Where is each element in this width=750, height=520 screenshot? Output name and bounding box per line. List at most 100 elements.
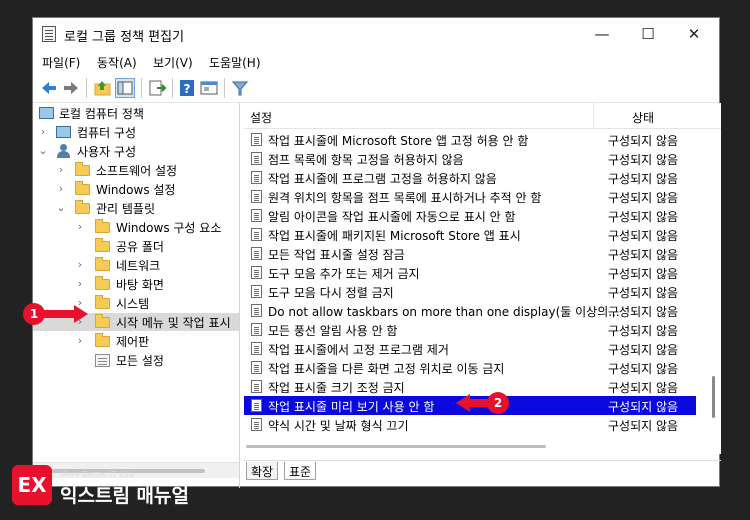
menu-action[interactable]: 동작(A) — [97, 54, 137, 71]
tab-extended[interactable]: 확장 — [246, 462, 279, 480]
close-button[interactable]: ✕ — [671, 18, 717, 51]
minimize-button[interactable]: — — [579, 18, 625, 51]
list-item[interactable]: 알림 아이콘을 작업 표시줄에 자동으로 표시 안 함 구성되지 않음 — [244, 206, 696, 225]
chevron-right-icon[interactable]: › — [37, 125, 49, 139]
help-icon[interactable]: ? — [177, 78, 197, 98]
chevron-right-icon[interactable]: › — [55, 182, 67, 196]
list-item[interactable]: 점프 목록에 항목 고정을 허용하지 않음 구성되지 않음 — [244, 149, 696, 168]
setting-state: 구성되지 않음 — [608, 153, 679, 167]
list-item[interactable]: 도구 모음 다시 정렬 금지 구성되지 않음 — [244, 282, 696, 301]
tree-item-desktop[interactable]: › 바탕 화면 — [33, 275, 239, 293]
tree-item-label: 로컬 컴퓨터 정책 — [59, 107, 144, 121]
list-item[interactable]: 작업 표시줄을 다른 화면 고정 위치로 이동 금지 구성되지 않음 — [244, 358, 696, 377]
list-item[interactable]: Do not allow taskbars on more than one d… — [244, 301, 696, 320]
chevron-right-icon[interactable]: › — [55, 163, 67, 177]
tab-standard[interactable]: 표준 — [284, 462, 317, 480]
tree-item-shared-folders[interactable]: 공유 폴더 — [33, 237, 239, 255]
marker-arrow-left-icon — [456, 394, 470, 412]
tree-item-windows-components[interactable]: › Windows 구성 요소 — [33, 218, 239, 236]
setting-name: 작업 표시줄에서 고정 프로그램 제거 — [268, 343, 449, 357]
list-item[interactable]: 작업 표시줄에 Microsoft Store 앱 고정 허용 안 함 구성되지 … — [244, 130, 696, 149]
user-icon — [56, 144, 71, 158]
policy-setting-icon — [251, 171, 262, 184]
setting-name: Do not allow taskbars on more than one d… — [268, 305, 620, 319]
tree-item-label: 사용자 구성 — [77, 145, 137, 159]
setting-name: 작업 표시줄 미리 보기 사용 안 함 — [268, 400, 435, 414]
properties-icon[interactable] — [199, 78, 219, 98]
setting-state: 구성되지 않음 — [608, 134, 679, 148]
tree-item-admin-templates[interactable]: ⌄ 관리 템플릿 — [33, 199, 239, 217]
tree-item-label: Windows 구성 요소 — [116, 221, 222, 235]
policy-setting-icon — [251, 323, 262, 336]
column-header-setting[interactable]: 설정 — [250, 109, 272, 126]
maximize-button[interactable]: ☐ — [625, 18, 671, 51]
tree-item-label: 네트워크 — [116, 259, 161, 273]
list-item[interactable]: 모든 풍선 알림 사용 안 함 구성되지 않음 — [244, 320, 696, 339]
tree-item-local-computer-policy[interactable]: 로컬 컴퓨터 정책 — [33, 104, 239, 122]
export-list-icon[interactable] — [147, 78, 167, 98]
tree-item-network[interactable]: › 네트워크 — [33, 256, 239, 274]
step-marker-2: 2 — [487, 392, 509, 414]
scrollbar-thumb[interactable] — [246, 445, 546, 448]
tree-item-software-settings[interactable]: › 소프트웨어 설정 — [33, 161, 239, 179]
setting-state: 구성되지 않음 — [608, 229, 679, 243]
list-item[interactable]: 도구 모음 추가 또는 제거 금지 구성되지 않음 — [244, 263, 696, 282]
tree-item-label: 공유 폴더 — [116, 240, 164, 254]
tree-item-label: 시스템 — [116, 297, 150, 311]
column-divider[interactable] — [593, 103, 594, 129]
filter-icon[interactable] — [230, 78, 250, 98]
list-item[interactable]: 원격 위치의 항목을 점프 목록에 표시하거나 추적 안 함 구성되지 않음 — [244, 187, 696, 206]
policy-setting-icon — [251, 266, 262, 279]
list-item[interactable]: 작업 표시줄에서 고정 프로그램 제거 구성되지 않음 — [244, 339, 696, 358]
policy-setting-icon — [251, 418, 262, 431]
setting-state: 구성되지 않음 — [608, 267, 679, 281]
folder-up-icon[interactable] — [93, 78, 113, 98]
scrollbar-thumb[interactable] — [712, 376, 715, 418]
setting-state: 구성되지 않음 — [608, 362, 679, 376]
folder-icon — [95, 219, 110, 233]
list-item[interactable]: 작업 표시줄 크기 조정 금지 구성되지 않음 — [244, 377, 696, 396]
menu-file[interactable]: 파일(F) — [42, 54, 80, 71]
chevron-right-icon[interactable]: › — [74, 277, 86, 291]
chevron-right-icon[interactable]: › — [74, 334, 86, 348]
folder-icon — [95, 276, 110, 290]
chevron-right-icon[interactable]: › — [74, 258, 86, 272]
chevron-right-icon[interactable]: › — [74, 220, 86, 234]
setting-name: 작업 표시줄을 다른 화면 고정 위치로 이동 금지 — [268, 362, 505, 376]
settings-list-pane: 설정 상태 작업 표시줄에 Microsoft Store 앱 고정 허용 안 … — [244, 103, 721, 488]
toolbar: ? — [33, 73, 719, 103]
list-item[interactable]: 작업 표시줄에 프로그램 고정을 허용하지 않음 구성되지 않음 — [244, 168, 696, 187]
policy-setting-icon — [251, 399, 262, 412]
tree-item-label: 모든 설정 — [116, 354, 164, 368]
tree-item-control-panel[interactable]: › 제어판 — [33, 332, 239, 350]
list-item[interactable]: 모든 작업 표시줄 설정 잠금 구성되지 않음 — [244, 244, 696, 263]
menu-view[interactable]: 보기(V) — [153, 54, 193, 71]
tree-item-computer-config[interactable]: › 컴퓨터 구성 — [33, 123, 239, 141]
list-item[interactable]: 약식 시간 및 날짜 형식 끄기 구성되지 않음 — [244, 415, 696, 434]
tree-item-label: 관리 템플릿 — [96, 202, 156, 216]
setting-state: 구성되지 않음 — [608, 381, 679, 395]
policy-tree-pane: 로컬 컴퓨터 정책 › 컴퓨터 구성 ⌄ 사용자 구성 › 소프트웨어 설정 ›… — [33, 103, 240, 488]
back-arrow-icon[interactable] — [39, 78, 59, 98]
list-vertical-scrollbar[interactable] — [707, 129, 721, 454]
all-settings-icon — [95, 354, 110, 367]
tree-item-all-settings[interactable]: 모든 설정 — [33, 351, 239, 369]
view-tabs: 확장 표준 — [244, 460, 721, 480]
tree-item-user-config[interactable]: ⌄ 사용자 구성 — [33, 142, 239, 160]
setting-state: 구성되지 않음 — [608, 400, 679, 414]
show-hide-tree-icon[interactable] — [115, 78, 135, 98]
policy-setting-icon — [251, 304, 262, 317]
forward-arrow-icon[interactable] — [61, 78, 81, 98]
list-horizontal-scrollbar[interactable] — [244, 440, 707, 454]
column-header-state[interactable]: 상태 — [632, 109, 654, 126]
folder-icon — [95, 333, 110, 347]
tree-item-label: 소프트웨어 설정 — [96, 164, 178, 178]
tree-item-windows-settings[interactable]: › Windows 설정 — [33, 180, 239, 198]
setting-name: 알림 아이콘을 작업 표시줄에 자동으로 표시 안 함 — [268, 210, 516, 224]
policy-setting-icon — [251, 380, 262, 393]
list-item[interactable]: 작업 표시줄에 패키지된 Microsoft Store 앱 표시 구성되지 않음 — [244, 225, 696, 244]
step-marker-1: 1 — [23, 303, 45, 325]
menu-help[interactable]: 도움말(H) — [209, 54, 261, 71]
chevron-down-icon[interactable]: ⌄ — [55, 201, 67, 215]
chevron-down-icon[interactable]: ⌄ — [37, 144, 49, 158]
